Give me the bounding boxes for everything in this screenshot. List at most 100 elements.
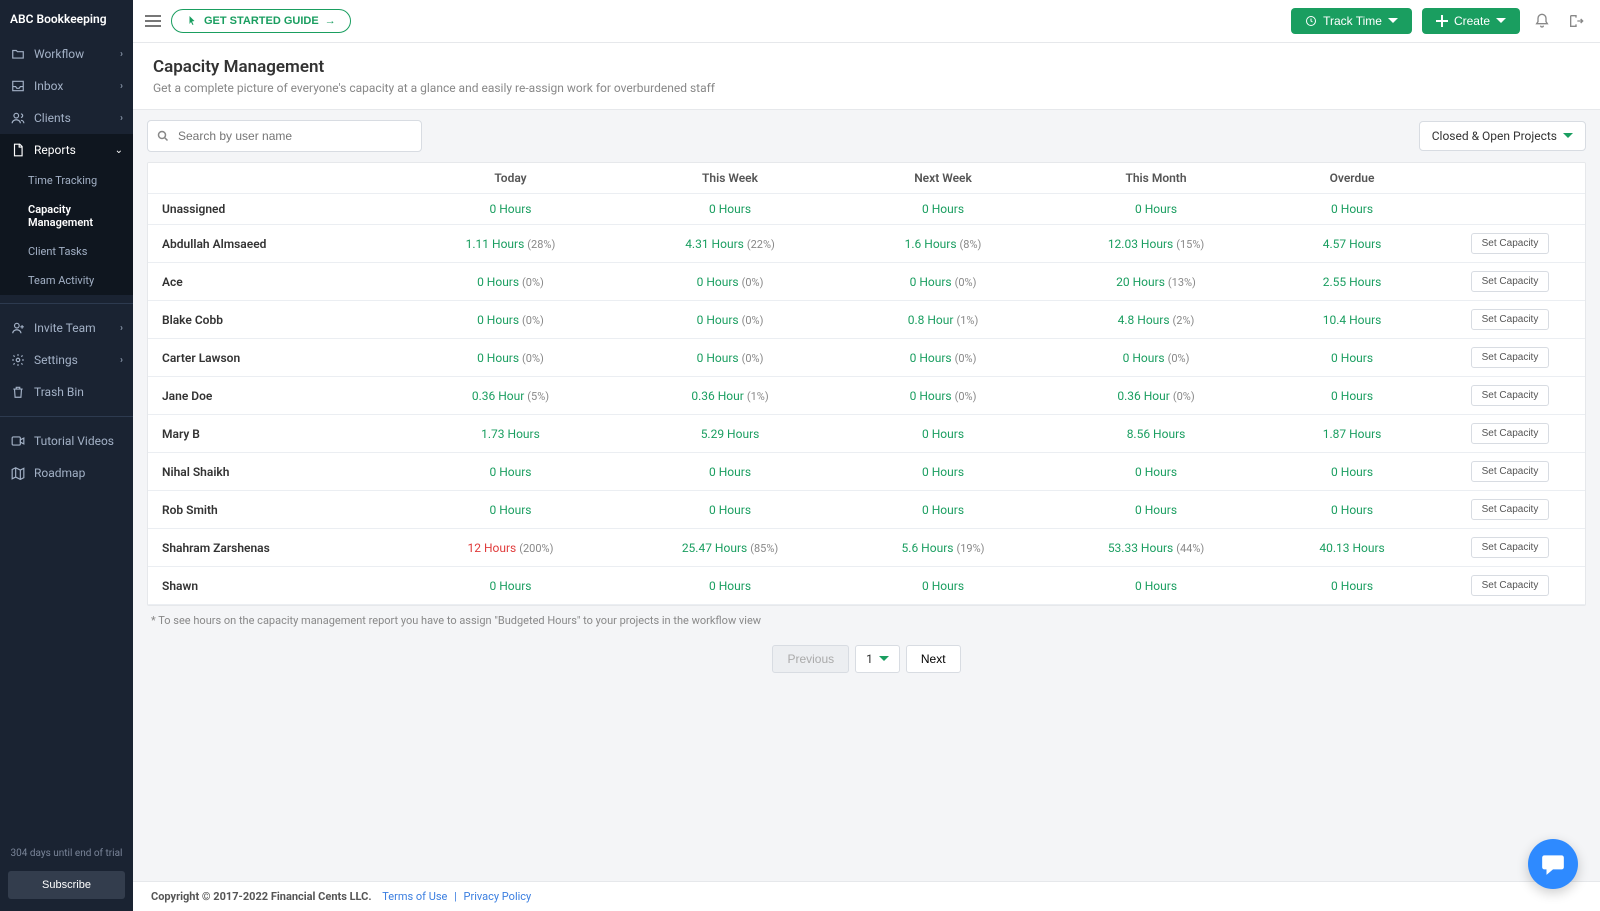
sidebar-item-roadmap[interactable]: Roadmap [0,457,133,489]
set-capacity-button[interactable]: Set Capacity [1471,309,1550,330]
hours-cell: 0 Hours (0%) [404,301,617,339]
doc-icon [10,142,26,158]
sidebar-subitem-time-tracking[interactable]: Time Tracking [0,166,133,195]
sidebar-item-label: Roadmap [34,466,85,480]
chevron-down-icon [1496,18,1506,24]
hours-value: 0 Hours [489,465,531,479]
hours-cell: 0.36 Hour (1%) [617,377,843,415]
sidebar-subitem-client-tasks[interactable]: Client Tasks [0,237,133,266]
table-row: Rob Smith0 Hours0 Hours0 Hours0 Hours0 H… [148,491,1585,529]
row-name: Unassigned [148,194,404,225]
hours-cell: 0 Hours (0%) [617,339,843,377]
hours-cell: 0 Hours [843,567,1043,605]
sidebar-item-trash-bin[interactable]: Trash Bin [0,376,133,408]
table-row: Blake Cobb0 Hours (0%)0 Hours (0%)0.8 Ho… [148,301,1585,339]
column-header [148,163,404,194]
hours-value: 0 Hours [1331,389,1373,403]
set-capacity-button[interactable]: Set Capacity [1471,423,1550,444]
create-label: Create [1454,14,1490,28]
video-icon [10,433,26,449]
search-input[interactable] [147,120,422,152]
percent-value: (28%) [527,238,555,251]
set-capacity-button[interactable]: Set Capacity [1471,347,1550,368]
search-wrap [147,120,422,152]
action-cell: Set Capacity [1435,225,1585,263]
track-time-button[interactable]: Track Time [1291,8,1412,34]
hours-cell: 0 Hours [1269,339,1435,377]
terms-link[interactable]: Terms of Use [382,890,447,903]
hours-value: 0 Hours [1331,503,1373,517]
hours-cell: 5.29 Hours [617,415,843,453]
plus-icon [1436,15,1448,27]
sidebar-subitem-capacity-management[interactable]: Capacity Management [0,195,133,237]
hours-cell: 25.47 Hours (85%) [617,529,843,567]
main-content: GET STARTED GUIDE → Track Time [133,0,1600,911]
hours-cell: 0 Hours (0%) [1043,339,1269,377]
filter-dropdown[interactable]: Closed & Open Projects [1419,121,1586,151]
percent-value: (0%) [955,276,977,289]
hours-value: 1.87 Hours [1323,427,1382,441]
sidebar-item-clients[interactable]: Clients› [0,102,133,134]
hours-value: 1.6 Hours [905,237,957,251]
hours-value: 8.56 Hours [1127,427,1186,441]
row-name: Rob Smith [148,491,404,529]
hours-value: 10.4 Hours [1323,313,1382,327]
hours-cell: 0.8 Hour (1%) [843,301,1043,339]
percent-value: (0%) [742,352,764,365]
sidebar-item-tutorial-videos[interactable]: Tutorial Videos [0,425,133,457]
get-started-button[interactable]: GET STARTED GUIDE → [171,9,351,33]
sidebar-item-reports[interactable]: Reports⌄ [0,134,133,166]
percent-value: (0%) [522,352,544,365]
table-toolbar: Closed & Open Projects [133,110,1600,162]
bell-icon[interactable] [1530,9,1554,33]
hours-cell: 4.8 Hours (2%) [1043,301,1269,339]
create-button[interactable]: Create [1422,8,1520,34]
chat-bubble-icon[interactable] [1528,839,1578,889]
next-button[interactable]: Next [906,645,961,673]
hours-cell: 0 Hours [617,567,843,605]
set-capacity-button[interactable]: Set Capacity [1471,537,1550,558]
set-capacity-button[interactable]: Set Capacity [1471,385,1550,406]
exit-icon[interactable] [1564,9,1588,33]
table-row: Unassigned0 Hours0 Hours0 Hours0 Hours0 … [148,194,1585,225]
sidebar-item-label: Inbox [34,79,63,93]
set-capacity-button[interactable]: Set Capacity [1471,499,1550,520]
page-select[interactable]: 1 [855,645,900,673]
sidebar-item-invite-team[interactable]: Invite Team› [0,312,133,344]
hours-value: 40.13 Hours [1319,541,1384,555]
gear-icon [10,352,26,368]
set-capacity-button[interactable]: Set Capacity [1471,271,1550,292]
previous-button[interactable]: Previous [772,645,849,673]
row-name: Ace [148,263,404,301]
hours-cell: 0 Hours (0%) [843,263,1043,301]
subscribe-button[interactable]: Subscribe [8,871,125,899]
hours-cell: 1.6 Hours (8%) [843,225,1043,263]
brand-name: ABC Bookkeeping [0,0,133,38]
set-capacity-button[interactable]: Set Capacity [1471,575,1550,596]
percent-value: (19%) [956,542,984,555]
sidebar-item-inbox[interactable]: Inbox› [0,70,133,102]
hamburger-icon[interactable] [145,15,161,27]
sidebar-item-label: Workflow [34,47,84,61]
sidebar-item-settings[interactable]: Settings› [0,344,133,376]
hours-cell: 0 Hours (0%) [404,339,617,377]
hours-value: 1.73 Hours [481,427,540,441]
hours-cell: 4.31 Hours (22%) [617,225,843,263]
hours-cell: 1.73 Hours [404,415,617,453]
table-row: Ace0 Hours (0%)0 Hours (0%)0 Hours (0%)2… [148,263,1585,301]
hours-value: 1.11 Hours [466,237,525,251]
sidebar-item-label: Tutorial Videos [34,434,114,448]
action-cell: Set Capacity [1435,301,1585,339]
sidebar-subitem-team-activity[interactable]: Team Activity [0,266,133,295]
hours-value: 0 Hours [922,202,964,216]
set-capacity-button[interactable]: Set Capacity [1471,233,1550,254]
set-capacity-button[interactable]: Set Capacity [1471,461,1550,482]
separator: | [454,890,457,903]
row-name: Jane Doe [148,377,404,415]
sidebar-item-workflow[interactable]: Workflow› [0,38,133,70]
action-cell: Set Capacity [1435,567,1585,605]
privacy-link[interactable]: Privacy Policy [464,890,532,903]
percent-value: (8%) [960,238,982,251]
table-row: Nihal Shaikh0 Hours0 Hours0 Hours0 Hours… [148,453,1585,491]
action-cell: Set Capacity [1435,263,1585,301]
